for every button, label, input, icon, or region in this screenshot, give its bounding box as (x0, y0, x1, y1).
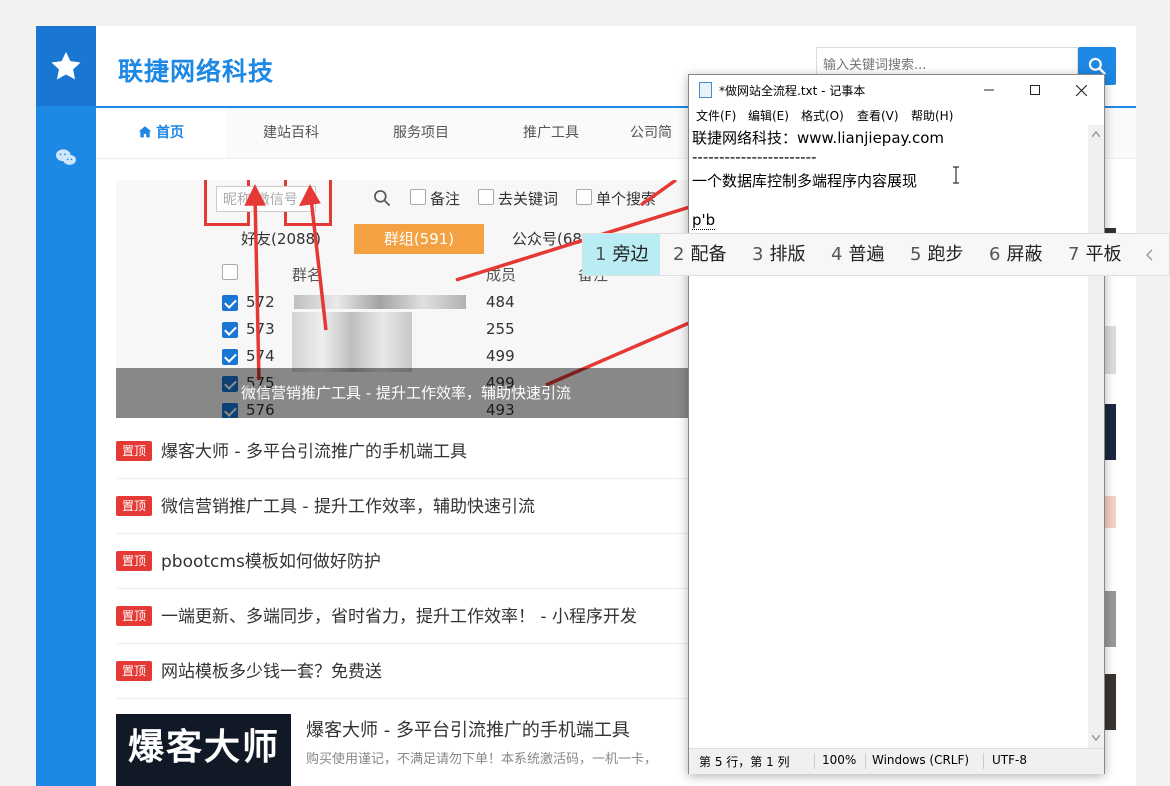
list-item[interactable]: 置顶 pbootcms模板如何做好防护 (116, 534, 696, 589)
search-icon (1088, 57, 1106, 75)
title-bar[interactable]: *做网站全流程.txt - 记事本 (689, 75, 1104, 105)
text-cursor-icon (953, 166, 959, 184)
candidate-number: 6 (989, 244, 1001, 265)
text-editor[interactable]: 联捷网络科技：www.lianjiepay.com --------------… (689, 125, 1088, 748)
candidate-word: 配备 (690, 244, 727, 265)
candidate-word: 排版 (769, 244, 806, 265)
chevron-down-icon (1092, 735, 1100, 741)
article-title[interactable]: 爆客大师 - 多平台引流推广的手机端工具 (306, 716, 630, 742)
list-item[interactable]: 置顶 微信营销推广工具 - 提升工作效率，辅助快速引流 (116, 479, 696, 534)
pinned-badge: 置顶 (116, 496, 153, 516)
zoom-level: 100% (822, 753, 857, 767)
candidate-number: 3 (752, 244, 764, 265)
pinned-badge: 置顶 (116, 661, 153, 681)
nav-item-company[interactable]: 公司简 (616, 108, 686, 158)
cursor-position: 第 5 行，第 1 列 (699, 755, 790, 769)
close-button[interactable] (1058, 75, 1104, 105)
star-icon[interactable] (36, 26, 96, 106)
candidate-number: 4 (831, 244, 843, 265)
nav-item-label: 首页 (156, 125, 184, 141)
minimize-button[interactable] (966, 75, 1012, 105)
ime-candidate[interactable]: 7 平板 (1056, 234, 1133, 275)
pinned-badge: 置顶 (116, 551, 153, 571)
topic-title[interactable]: 爆客大师 - 多平台引流推广的手机端工具 (161, 437, 467, 462)
line-ending: Windows (CRLF) (872, 753, 970, 767)
nav-item-home[interactable]: 首页 (96, 108, 226, 158)
text-line: 联捷网络科技：www.lianjiepay.com (692, 129, 945, 147)
candidate-number: 1 (595, 244, 607, 265)
ime-candidate[interactable]: 3 排版 (740, 234, 817, 275)
close-icon (1075, 84, 1087, 96)
list-item[interactable]: 置顶 爆客大师 - 多平台引流推广的手机端工具 (116, 424, 696, 479)
banner-slide[interactable]: 昵称/微信号 备注 去关键词 单个搜索 好友(2088) 群组(591) 公众号… (116, 180, 696, 418)
ime-candidate[interactable]: 4 普遍 (819, 234, 896, 275)
topic-title[interactable]: 一端更新、多端同步，省时省力，提升工作效率！ - 小程序开发 (161, 602, 637, 627)
menu-format[interactable]: 格式(O) (801, 107, 844, 124)
home-icon (138, 126, 152, 138)
banner-caption: 微信营销推广工具 - 提升工作效率，辅助快速引流 (116, 368, 696, 418)
nav-item-promo-tools[interactable]: 推广工具 (486, 108, 616, 158)
menu-file[interactable]: 文件(F) (696, 107, 736, 124)
candidate-word: 平板 (1085, 244, 1122, 265)
chevron-up-icon (1092, 131, 1100, 137)
notepad-window: *做网站全流程.txt - 记事本 文件(F) 编辑(E) 格式(O) 查看(V… (688, 74, 1105, 774)
ime-candidate[interactable]: 6 屏蔽 (977, 234, 1054, 275)
status-divider (865, 753, 866, 769)
menu-bar: 文件(F) 编辑(E) 格式(O) 查看(V) 帮助(H) (689, 105, 1104, 125)
site-logo[interactable]: 联捷网络科技 (118, 52, 274, 88)
nav-item-wiki[interactable]: 建站百科 (226, 108, 356, 158)
topic-title[interactable]: pbootcms模板如何做好防护 (161, 547, 381, 572)
candidate-number: 5 (910, 244, 922, 265)
status-divider (814, 753, 815, 769)
topic-title[interactable]: 网站模板多少钱一套？免费送 (161, 657, 382, 682)
text-line: ----------------------- (692, 148, 817, 166)
ime-candidate-bar: 1 旁边 2 配备 3 排版 4 普遍 5 跑步 6 屏蔽 7 平板 (582, 233, 1170, 276)
menu-view[interactable]: 查看(V) (857, 107, 899, 124)
window-title: *做网站全流程.txt - 记事本 (719, 84, 866, 98)
status-bar: 第 5 行，第 1 列 100% Windows (CRLF) UTF-8 (689, 748, 1104, 774)
maximize-icon (1030, 85, 1040, 95)
list-item[interactable]: 置顶 一端更新、多端同步，省时省力，提升工作效率！ - 小程序开发 (116, 589, 696, 644)
status-divider (983, 753, 984, 769)
maximize-button[interactable] (1012, 75, 1058, 105)
candidate-number: 7 (1068, 244, 1080, 265)
ime-candidate[interactable]: 5 跑步 (898, 234, 975, 275)
notepad-icon (699, 82, 712, 98)
thumbnail-text: 爆客大师 (128, 727, 281, 768)
candidate-word: 普遍 (848, 244, 885, 265)
pinned-badge: 置顶 (116, 606, 153, 626)
article-thumbnail[interactable]: 爆客大师 (116, 714, 291, 786)
candidate-word: 屏蔽 (1006, 244, 1043, 265)
vertical-scrollbar[interactable] (1088, 125, 1104, 748)
candidate-word: 跑步 (927, 244, 964, 265)
list-item[interactable]: 置顶 网站模板多少钱一套？免费送 (116, 644, 696, 699)
ime-candidate[interactable]: 2 配备 (661, 234, 738, 275)
candidate-word: 旁边 (612, 244, 649, 265)
minimize-icon (984, 89, 994, 91)
left-sidebar (36, 26, 96, 786)
pinned-badge: 置顶 (116, 441, 153, 461)
text-line: 一个数据库控制多端程序内容展现 (692, 172, 918, 190)
menu-help[interactable]: 帮助(H) (911, 107, 953, 124)
chevron-left-icon[interactable] (1145, 249, 1155, 261)
encoding: UTF-8 (992, 753, 1027, 767)
topic-title[interactable]: 微信营销推广工具 - 提升工作效率，辅助快速引流 (161, 492, 535, 517)
nav-item-services[interactable]: 服务项目 (356, 108, 486, 158)
text-line-composing: p'b (692, 211, 716, 230)
candidate-number: 2 (673, 244, 685, 265)
article-description: 购买使用谨记，不满足请勿下单！本系统激活码，一机一卡， (306, 752, 658, 767)
wechat-icon[interactable] (54, 146, 78, 170)
menu-edit[interactable]: 编辑(E) (748, 107, 789, 124)
ime-candidate[interactable]: 1 旁边 (583, 234, 661, 275)
